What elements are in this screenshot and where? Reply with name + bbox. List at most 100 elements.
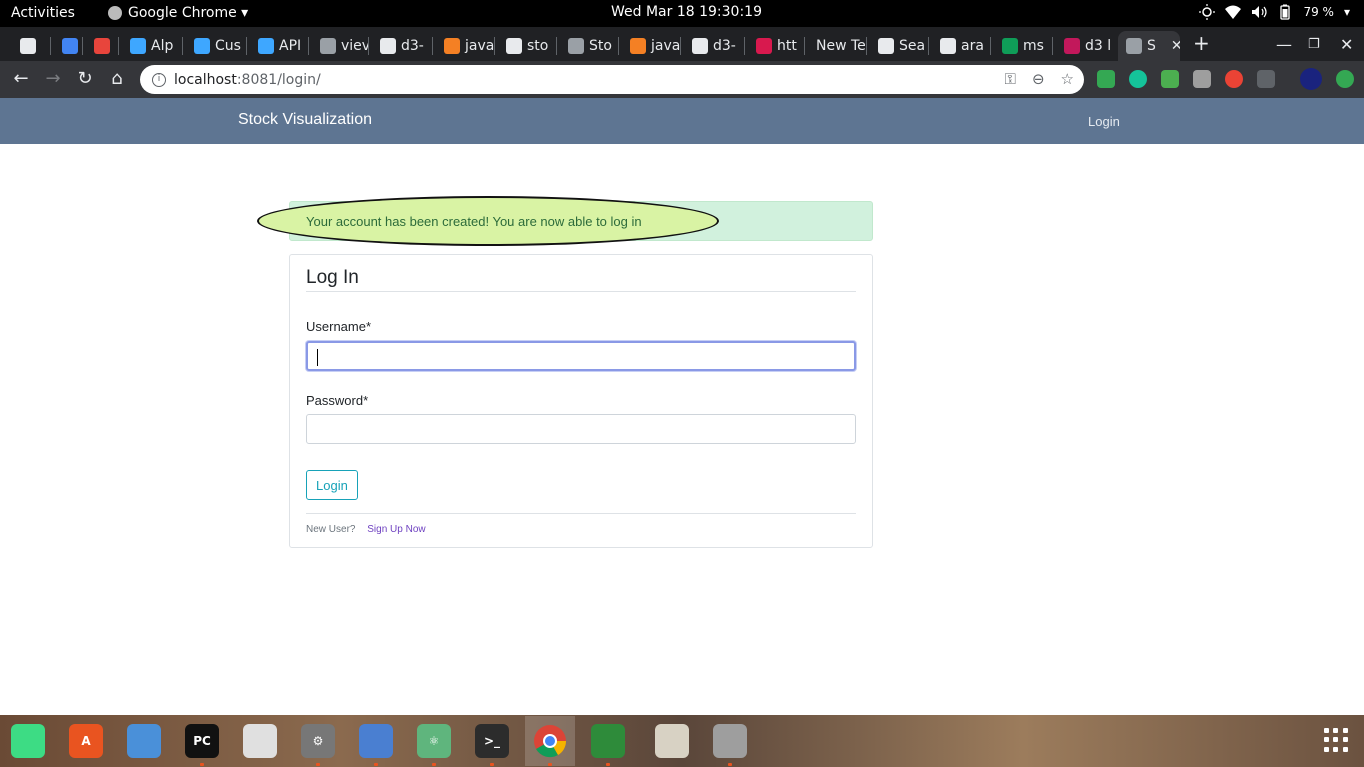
browser-toolbar: ← → ↻ ⌂ i localhost :8081/login/ ⚿ ⊖ ☆ [0, 61, 1364, 98]
browser-tab[interactable]: viev [312, 31, 368, 61]
tab-label: Sto [589, 38, 612, 54]
address-bar[interactable]: i localhost :8081/login/ ⚿ ⊖ ☆ [140, 65, 1084, 94]
system-tray[interactable]: 79 % ▾ [1199, 4, 1350, 20]
dock: A PC ⚙ ⚛ >_ [0, 715, 1364, 767]
home-button[interactable]: ⌂ [106, 68, 128, 90]
update-icon[interactable] [1336, 70, 1354, 88]
files-icon[interactable] [359, 724, 393, 758]
browser-tab[interactable]: ms [994, 31, 1052, 61]
browser-tab[interactable]: d3- [372, 31, 432, 61]
minimize-button[interactable]: — [1276, 35, 1292, 54]
signup-link[interactable]: Sign Up Now [367, 524, 425, 535]
browser-tab[interactable]: htt [748, 31, 804, 61]
tab-separator [680, 37, 681, 55]
extension-mail-icon[interactable] [1097, 70, 1115, 88]
download-extension-icon[interactable] [1161, 70, 1179, 88]
software-center-icon[interactable]: A [69, 724, 103, 758]
tab-label: API [279, 38, 302, 54]
new-tab-button[interactable]: + [1193, 31, 1210, 55]
facebook-extension-icon[interactable] [1193, 70, 1211, 88]
android-studio-icon[interactable] [11, 724, 45, 758]
disk-icon[interactable] [713, 724, 747, 758]
close-window-button[interactable]: ✕ [1340, 35, 1353, 54]
running-indicator [432, 763, 436, 766]
running-indicator [606, 763, 610, 766]
form-legend: Log In [306, 267, 359, 288]
tab-label: ara [961, 38, 984, 54]
username-input[interactable] [306, 341, 856, 371]
browser-tab[interactable]: d3 l [1056, 31, 1114, 61]
browser-tab[interactable] [12, 31, 50, 61]
settings-icon[interactable]: ⚙ [301, 724, 335, 758]
close-tab-icon[interactable]: ✕ [1171, 38, 1180, 54]
git-zip-icon[interactable] [1257, 70, 1275, 88]
show-applications-icon[interactable] [1324, 728, 1348, 752]
alert-message: Your account has been created! You are n… [306, 214, 642, 229]
atom-icon[interactable]: ⚛ [417, 724, 451, 758]
tab-favicon-icon [1126, 38, 1142, 54]
browser-tab[interactable]: d3- [684, 31, 744, 61]
nav-login-link[interactable]: Login [1088, 114, 1120, 129]
terminal-icon[interactable]: >_ [475, 724, 509, 758]
forward-button[interactable]: → [42, 68, 64, 90]
archive-icon[interactable] [655, 724, 689, 758]
tab-separator [50, 37, 51, 55]
avatar[interactable] [1300, 68, 1322, 90]
tab-favicon-icon [940, 38, 956, 54]
dock-item-label: ⚙ [312, 734, 324, 748]
divider [306, 513, 856, 514]
site-info-icon[interactable]: i [152, 72, 166, 87]
app-menu[interactable]: Google Chrome ▾ [108, 5, 248, 21]
browser-tab[interactable]: S ✕ [1118, 31, 1180, 61]
bookmark-star-icon[interactable]: ☆ [1061, 70, 1074, 88]
tab-label: Cus [215, 38, 241, 54]
divider [306, 291, 856, 292]
activities-button[interactable]: Activities [11, 5, 75, 21]
browser-tab[interactable]: sto [498, 31, 556, 61]
back-button[interactable]: ← [10, 68, 32, 90]
password-input[interactable] [306, 414, 856, 444]
browser-tab[interactable]: Sea [870, 31, 928, 61]
tab-separator [368, 37, 369, 55]
stop-extension-icon[interactable] [1225, 70, 1243, 88]
url-host: localhost [174, 71, 237, 88]
tab-label: htt [777, 38, 797, 54]
browser-tab[interactable]: Cus [186, 31, 246, 61]
zoom-icon[interactable]: ⊖ [1032, 70, 1045, 88]
browser-tab[interactable]: Alp [122, 31, 182, 61]
tab-label: ms [1023, 38, 1044, 54]
running-indicator [548, 763, 552, 766]
tab-favicon-icon [756, 38, 772, 54]
image-viewer-icon[interactable] [243, 724, 277, 758]
site-brand[interactable]: Stock Visualization [238, 111, 372, 129]
browser-tab[interactable]: Sto [560, 31, 618, 61]
spreadsheet-icon[interactable] [591, 724, 625, 758]
running-indicator [374, 763, 378, 766]
browser-tab[interactable] [54, 31, 82, 61]
tab-favicon-icon [320, 38, 336, 54]
browser-tab[interactable]: New Te [808, 31, 866, 61]
dock-item-label: >_ [483, 734, 501, 748]
tab-separator [556, 37, 557, 55]
tab-favicon-icon [444, 38, 460, 54]
browser-tab[interactable] [86, 31, 118, 61]
tab-label: viev [341, 38, 368, 54]
browser-tab[interactable]: ara [932, 31, 990, 61]
login-button[interactable]: Login [306, 470, 358, 500]
tab-favicon-icon [878, 38, 894, 54]
text-editor-icon[interactable] [127, 724, 161, 758]
grammarly-icon[interactable] [1129, 70, 1147, 88]
browser-tab[interactable]: java [622, 31, 680, 61]
browser-tab[interactable]: API [250, 31, 308, 61]
browser-tab[interactable]: java [436, 31, 494, 61]
tab-favicon-icon [62, 38, 78, 54]
tab-label: Alp [151, 38, 174, 54]
chrome-icon[interactable] [525, 716, 575, 766]
restore-button[interactable]: ❐ [1308, 37, 1320, 52]
tab-separator [1052, 37, 1053, 55]
key-icon[interactable]: ⚿ [1005, 70, 1016, 88]
pycharm-icon[interactable]: PC [185, 724, 219, 758]
tab-favicon-icon [630, 38, 646, 54]
reload-button[interactable]: ↻ [74, 68, 96, 90]
clock[interactable]: Wed Mar 18 19:30:19 [611, 4, 762, 20]
